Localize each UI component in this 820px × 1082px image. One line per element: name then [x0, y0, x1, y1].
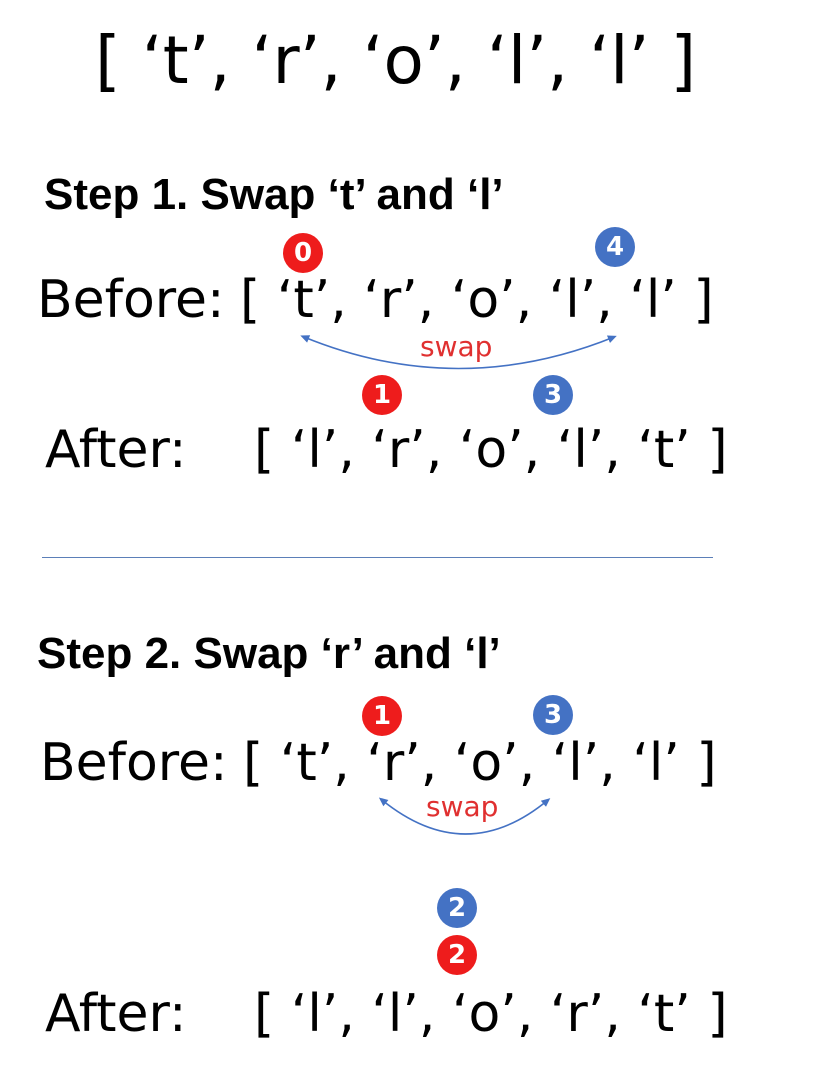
step-2-after-label: After:	[45, 984, 187, 1044]
step-2-swap-label: swap	[426, 790, 499, 823]
step-2-after-array: [ ‘l’, ‘l’, ‘o’, ‘r’, ‘t’ ]	[254, 984, 728, 1044]
step-2-after-right-index-badge: 2	[437, 888, 477, 928]
step-2-swap-arrow	[378, 797, 551, 835]
step-2-after-left-index-badge: 2	[437, 935, 477, 975]
